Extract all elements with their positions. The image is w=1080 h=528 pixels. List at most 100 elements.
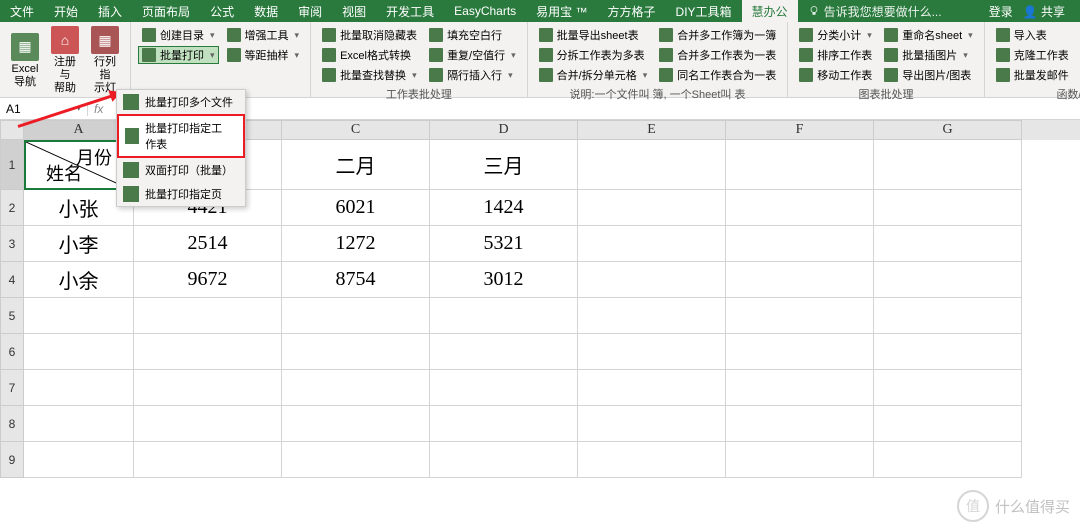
export-sheet-button[interactable]: 批量导出sheet表 bbox=[535, 26, 652, 44]
cell-B3[interactable]: 2514 bbox=[134, 226, 282, 262]
tab-diy[interactable]: DIY工具箱 bbox=[666, 0, 742, 22]
move-sheet-button[interactable]: 移动工作表 bbox=[795, 66, 876, 84]
cell-E3[interactable] bbox=[578, 226, 726, 262]
tab-review[interactable]: 审阅 bbox=[288, 0, 332, 22]
tab-data[interactable]: 数据 bbox=[244, 0, 288, 22]
col-header-C[interactable]: C bbox=[282, 120, 430, 140]
cell-D6[interactable] bbox=[430, 334, 578, 370]
cell-A8[interactable] bbox=[24, 406, 134, 442]
cell-F7[interactable] bbox=[726, 370, 874, 406]
cell-C5[interactable] bbox=[282, 298, 430, 334]
clone-sheet-button[interactable]: 克隆工作表 bbox=[992, 46, 1073, 64]
cell-F9[interactable] bbox=[726, 442, 874, 478]
cell-D9[interactable] bbox=[430, 442, 578, 478]
cell-D3[interactable]: 5321 bbox=[430, 226, 578, 262]
cell-C4[interactable]: 8754 bbox=[282, 262, 430, 298]
cell-G8[interactable] bbox=[874, 406, 1022, 442]
dup-empty-button[interactable]: 重复/空值行▾ bbox=[425, 46, 520, 64]
col-header-G[interactable]: G bbox=[874, 120, 1022, 140]
subtotal-button[interactable]: 分类小计▾ bbox=[795, 26, 876, 44]
tab-dev[interactable]: 开发工具 bbox=[376, 0, 444, 22]
col-header-F[interactable]: F bbox=[726, 120, 874, 140]
tab-yiyongbao[interactable]: 易用宝 ™ bbox=[526, 0, 597, 22]
cell-B4[interactable]: 9672 bbox=[134, 262, 282, 298]
batch-unhide-button[interactable]: 批量取消隐藏表 bbox=[318, 26, 421, 44]
cell-A4[interactable]: 小余 bbox=[24, 262, 134, 298]
col-header-D[interactable]: D bbox=[430, 120, 578, 140]
tab-formula[interactable]: 公式 bbox=[200, 0, 244, 22]
cell-G1[interactable] bbox=[874, 140, 1022, 190]
cell-C3[interactable]: 1272 bbox=[282, 226, 430, 262]
merge-same-name-button[interactable]: 同名工作表合为一表 bbox=[655, 66, 780, 84]
submenu-print-selected-pages[interactable]: 批量打印指定页 bbox=[117, 182, 245, 206]
cell-D2[interactable]: 1424 bbox=[430, 190, 578, 226]
create-toc-button[interactable]: 创建目录▾ bbox=[138, 26, 219, 44]
cell-C9[interactable] bbox=[282, 442, 430, 478]
cell-D4[interactable]: 3012 bbox=[430, 262, 578, 298]
cell-A5[interactable] bbox=[24, 298, 134, 334]
cell-B7[interactable] bbox=[134, 370, 282, 406]
cell-C8[interactable] bbox=[282, 406, 430, 442]
tab-huibangong[interactable]: 慧办公 bbox=[742, 0, 798, 22]
cell-G9[interactable] bbox=[874, 442, 1022, 478]
cell-B9[interactable] bbox=[134, 442, 282, 478]
row-header-6[interactable]: 6 bbox=[0, 334, 24, 370]
row-header-4[interactable]: 4 bbox=[0, 262, 24, 298]
cell-C2[interactable]: 6021 bbox=[282, 190, 430, 226]
excel-nav-button[interactable]: ▦Excel 导航 bbox=[5, 24, 45, 98]
merge-books-button[interactable]: 合并多工作簿为一簿 bbox=[655, 26, 780, 44]
merge-sheets-button[interactable]: 合并多工作表为一表 bbox=[655, 46, 780, 64]
batch-print-button[interactable]: 批量打印▾ bbox=[138, 46, 219, 64]
row-header-5[interactable]: 5 bbox=[0, 298, 24, 334]
login-link[interactable]: 登录 bbox=[989, 3, 1013, 20]
batch-mail-button[interactable]: 批量发邮件 bbox=[992, 66, 1073, 84]
submenu-duplex-print[interactable]: 双面打印（批量） bbox=[117, 158, 245, 182]
fill-blank-button[interactable]: 填充空白行 bbox=[425, 26, 520, 44]
cell-D8[interactable] bbox=[430, 406, 578, 442]
cell-E2[interactable] bbox=[578, 190, 726, 226]
submenu-print-selected-sheets[interactable]: 批量打印指定工作表 bbox=[117, 114, 245, 158]
batch-replace-button[interactable]: 批量查找替换▾ bbox=[318, 66, 421, 84]
format-convert-button[interactable]: Excel格式转换 bbox=[318, 46, 421, 64]
share-button[interactable]: 👤 共享 bbox=[1023, 3, 1065, 20]
cell-D7[interactable] bbox=[430, 370, 578, 406]
cell-C1[interactable]: 二月 bbox=[282, 140, 430, 190]
cell-C6[interactable] bbox=[282, 334, 430, 370]
cell-E4[interactable] bbox=[578, 262, 726, 298]
tab-fangfang[interactable]: 方方格子 bbox=[598, 0, 666, 22]
row-header-1[interactable]: 1 bbox=[0, 140, 24, 190]
cell-E9[interactable] bbox=[578, 442, 726, 478]
cell-B5[interactable] bbox=[134, 298, 282, 334]
sort-sheet-button[interactable]: 排序工作表 bbox=[795, 46, 876, 64]
cell-E6[interactable] bbox=[578, 334, 726, 370]
cell-F2[interactable] bbox=[726, 190, 874, 226]
cell-A7[interactable] bbox=[24, 370, 134, 406]
cell-B6[interactable] bbox=[134, 334, 282, 370]
cell-F1[interactable] bbox=[726, 140, 874, 190]
tab-file[interactable]: 文件 bbox=[0, 0, 44, 22]
rename-sheet-button[interactable]: 重命名sheet▾ bbox=[880, 26, 976, 44]
tab-home[interactable]: 开始 bbox=[44, 0, 88, 22]
cell-F4[interactable] bbox=[726, 262, 874, 298]
cell-G6[interactable] bbox=[874, 334, 1022, 370]
cell-G4[interactable] bbox=[874, 262, 1022, 298]
cell-G2[interactable] bbox=[874, 190, 1022, 226]
submenu-print-multiple-files[interactable]: 批量打印多个文件 bbox=[117, 90, 245, 114]
cell-G5[interactable] bbox=[874, 298, 1022, 334]
alt-insert-button[interactable]: 隔行插入行▾ bbox=[425, 66, 520, 84]
tab-insert[interactable]: 插入 bbox=[88, 0, 132, 22]
export-image-button[interactable]: 导出图片/图表 bbox=[880, 66, 976, 84]
tab-easycharts[interactable]: EasyCharts bbox=[444, 0, 526, 22]
row-header-9[interactable]: 9 bbox=[0, 442, 24, 478]
row-header-2[interactable]: 2 bbox=[0, 190, 24, 226]
row-header-7[interactable]: 7 bbox=[0, 370, 24, 406]
tell-me-search[interactable]: 告诉我您想要做什么... bbox=[808, 3, 942, 20]
cell-G7[interactable] bbox=[874, 370, 1022, 406]
row-header-3[interactable]: 3 bbox=[0, 226, 24, 262]
register-help-button[interactable]: ⌂注册与 帮助 bbox=[45, 24, 85, 98]
tab-layout[interactable]: 页面布局 bbox=[132, 0, 200, 22]
cell-A6[interactable] bbox=[24, 334, 134, 370]
batch-image-button[interactable]: 批量插图片▾ bbox=[880, 46, 976, 64]
sampling-button[interactable]: 等距抽样▾ bbox=[223, 46, 304, 64]
cell-E1[interactable] bbox=[578, 140, 726, 190]
